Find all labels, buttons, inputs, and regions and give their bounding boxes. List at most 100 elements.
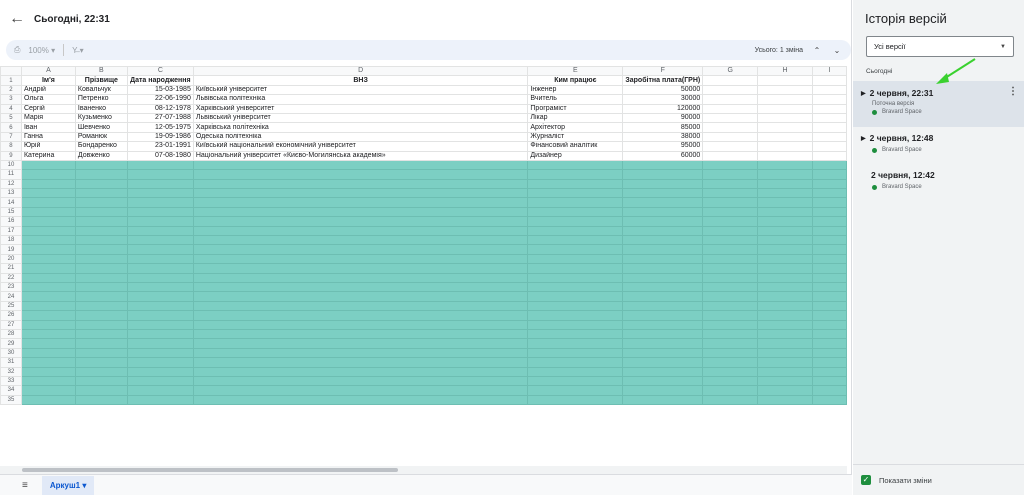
cell[interactable] xyxy=(527,188,624,199)
cell[interactable]: Ольга xyxy=(20,94,76,105)
cell[interactable] xyxy=(702,338,759,349)
column-header[interactable]: E xyxy=(527,66,624,77)
cell[interactable] xyxy=(812,310,847,321)
cell[interactable] xyxy=(702,159,759,171)
cell[interactable] xyxy=(126,291,194,302)
cell[interactable] xyxy=(757,328,814,340)
column-header[interactable]: H xyxy=(757,66,814,77)
cell[interactable] xyxy=(527,300,624,312)
row-header[interactable]: 31 xyxy=(0,357,22,368)
cell[interactable] xyxy=(702,75,759,86)
zoom-select[interactable]: 100% ▾ xyxy=(28,46,55,55)
cell[interactable] xyxy=(702,197,759,208)
cell[interactable] xyxy=(20,206,76,218)
cell[interactable] xyxy=(527,216,624,227)
cell[interactable] xyxy=(812,178,847,190)
cell[interactable] xyxy=(20,263,76,274)
cell[interactable] xyxy=(74,216,128,227)
cell[interactable] xyxy=(622,197,704,208)
cell[interactable] xyxy=(757,150,814,161)
cell[interactable] xyxy=(757,94,814,105)
cell[interactable]: Національний університет «Києво-Могилянс… xyxy=(192,150,529,161)
cell[interactable] xyxy=(126,235,194,246)
cell[interactable] xyxy=(74,338,128,349)
cell[interactable] xyxy=(527,272,624,284)
cell[interactable] xyxy=(622,328,704,340)
cell[interactable] xyxy=(192,338,529,349)
cell[interactable] xyxy=(702,328,759,340)
cell[interactable] xyxy=(622,366,704,377)
cell[interactable] xyxy=(757,319,814,330)
cell[interactable]: 27-07-1988 xyxy=(126,112,194,124)
cell[interactable] xyxy=(812,94,847,105)
cell[interactable] xyxy=(702,206,759,218)
cell[interactable] xyxy=(812,122,847,133)
cell[interactable]: Львівський університет xyxy=(192,112,529,124)
cell[interactable] xyxy=(74,357,128,368)
version-item[interactable]: 2 червня, 12:42 Bravard Space xyxy=(853,170,1024,200)
cell[interactable] xyxy=(527,225,624,237)
expand-icon[interactable]: ▶ xyxy=(861,90,866,97)
cell[interactable] xyxy=(20,310,76,321)
cell[interactable] xyxy=(527,178,624,190)
cell[interactable] xyxy=(702,122,759,133)
cell[interactable] xyxy=(527,244,624,255)
row-header[interactable]: 15 xyxy=(0,206,22,218)
cell[interactable] xyxy=(757,112,814,124)
cell[interactable] xyxy=(527,375,624,387)
cell[interactable] xyxy=(192,385,529,396)
cell[interactable]: Журналіст xyxy=(527,131,624,143)
row-header[interactable]: 30 xyxy=(0,347,22,359)
cell[interactable] xyxy=(702,216,759,227)
cell[interactable] xyxy=(20,235,76,246)
row-header[interactable]: 27 xyxy=(0,319,22,330)
cell[interactable] xyxy=(757,300,814,312)
cell[interactable] xyxy=(20,300,76,312)
cell[interactable] xyxy=(702,244,759,255)
cell[interactable] xyxy=(74,197,128,208)
row-header[interactable]: 9 xyxy=(0,150,22,161)
cell[interactable] xyxy=(702,178,759,190)
cell[interactable]: 90000 xyxy=(622,112,704,124)
cell[interactable] xyxy=(622,357,704,368)
cell[interactable] xyxy=(757,103,814,114)
tab-sheet1[interactable]: Аркуш1 ▾ xyxy=(41,475,95,495)
cell[interactable] xyxy=(622,253,704,265)
cell[interactable] xyxy=(74,281,128,293)
cell[interactable] xyxy=(126,244,194,255)
row-header[interactable]: 7 xyxy=(0,131,22,143)
cell[interactable]: 08-12-1978 xyxy=(126,103,194,114)
cell[interactable] xyxy=(126,300,194,312)
more-vert-icon[interactable]: ⋮ xyxy=(1008,86,1018,97)
row-header[interactable]: 13 xyxy=(0,188,22,199)
cell[interactable] xyxy=(757,75,814,86)
cell[interactable] xyxy=(812,328,847,340)
cell[interactable] xyxy=(126,225,194,237)
cell[interactable]: 95000 xyxy=(622,141,704,152)
cell[interactable] xyxy=(20,197,76,208)
versions-filter-select[interactable]: Усі версії ▼ xyxy=(866,36,1014,57)
cell[interactable] xyxy=(812,375,847,387)
cell[interactable] xyxy=(812,206,847,218)
row-header[interactable]: 19 xyxy=(0,244,22,255)
cell[interactable] xyxy=(192,263,529,274)
cell[interactable] xyxy=(812,347,847,359)
cell[interactable] xyxy=(74,328,128,340)
version-item[interactable]: ▶ 2 червня, 22:31 Поточна версія Bravard … xyxy=(853,81,1024,127)
cell[interactable] xyxy=(527,235,624,246)
cell[interactable] xyxy=(74,253,128,265)
cell[interactable] xyxy=(812,300,847,312)
cell[interactable] xyxy=(126,169,194,180)
cell[interactable] xyxy=(812,281,847,293)
cell[interactable] xyxy=(20,319,76,330)
cell[interactable]: Петренко xyxy=(74,94,128,105)
cell[interactable] xyxy=(702,347,759,359)
chevron-up-icon[interactable]: ⌃ xyxy=(811,46,823,55)
cell[interactable] xyxy=(757,141,814,152)
cell[interactable] xyxy=(702,141,759,152)
cell[interactable] xyxy=(192,357,529,368)
cell[interactable] xyxy=(757,291,814,302)
cell[interactable]: Вчитель xyxy=(527,94,624,105)
cell[interactable] xyxy=(192,235,529,246)
cell[interactable] xyxy=(126,319,194,330)
